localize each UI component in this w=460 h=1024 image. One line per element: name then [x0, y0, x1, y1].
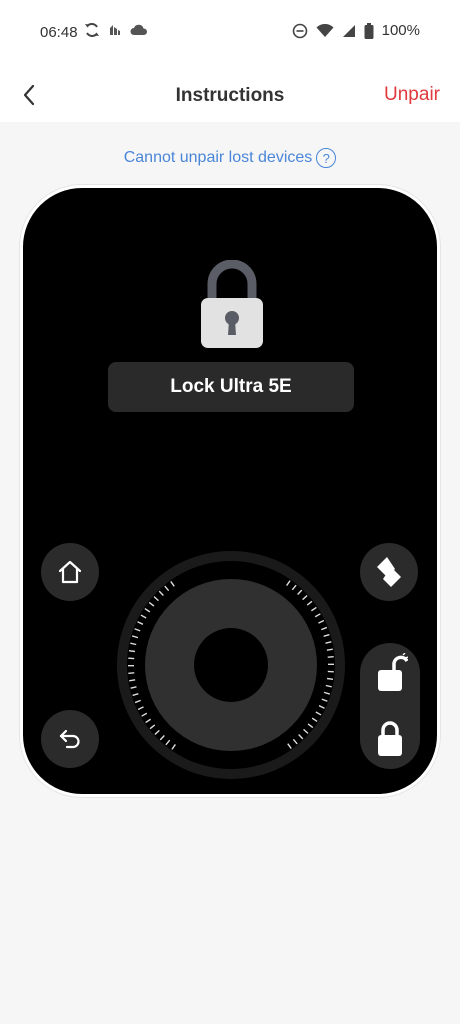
dial-center-button[interactable]	[194, 628, 268, 702]
unpair-help-link[interactable]: Cannot unpair lost devices ?	[0, 148, 460, 168]
app-header: Instructions Unpair	[0, 68, 460, 122]
home-button[interactable]	[41, 543, 99, 601]
status-right: 100%	[292, 22, 420, 39]
padlock-icon	[201, 260, 263, 348]
device-panel: Lock Ultra 5E	[20, 185, 440, 797]
unpair-button[interactable]: Unpair	[384, 84, 440, 106]
return-button[interactable]	[41, 710, 99, 768]
status-time: 06:48	[40, 24, 78, 41]
status-left-icons	[84, 22, 148, 38]
home-icon	[58, 560, 82, 584]
cloud-icon	[130, 24, 148, 35]
dial-tick	[128, 649, 136, 653]
lock-icon[interactable]	[376, 719, 404, 757]
back-arrow-icon	[59, 729, 80, 749]
battery-icon	[364, 22, 374, 39]
switch-icon	[377, 557, 401, 587]
unlock-icon[interactable]	[374, 653, 408, 693]
dial-tick	[326, 677, 334, 681]
signal-icon	[342, 24, 355, 37]
app-notification-icon	[110, 25, 120, 35]
sync-icon	[85, 23, 99, 37]
status-bar: 06:48 100%	[0, 0, 460, 68]
help-link-text: Cannot unpair lost devices	[123, 149, 313, 166]
lock-control-pill	[360, 643, 420, 769]
dial-tick	[326, 648, 333, 651]
battery-percentage: 100%	[381, 22, 420, 39]
question-icon: ?	[316, 148, 337, 168]
dial-tick	[129, 679, 136, 682]
switch-button[interactable]	[360, 543, 418, 601]
wifi-icon	[316, 23, 334, 37]
dnd-icon	[292, 23, 307, 38]
device-name: Lock Ultra 5E	[108, 362, 354, 412]
control-dial[interactable]	[112, 546, 350, 784]
